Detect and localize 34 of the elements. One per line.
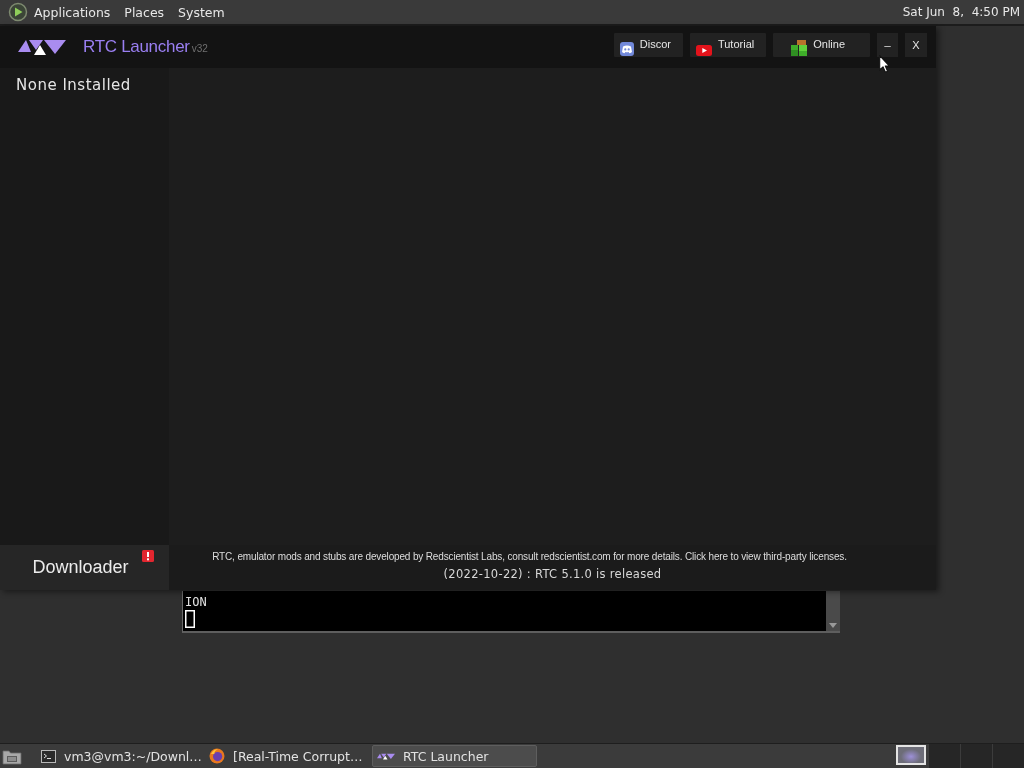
downloader-button[interactable]: Downloader: [0, 545, 169, 590]
close-button[interactable]: X: [905, 33, 927, 57]
panel-menu[interactable]: Places: [124, 4, 165, 20]
taskbar-button[interactable]: RTC Launcher: [372, 745, 537, 767]
block-cursor-icon: [185, 610, 195, 628]
play-circle-icon[interactable]: [8, 2, 28, 22]
discord-button[interactable]: Discor: [613, 33, 683, 57]
version-label: v32: [191, 43, 208, 54]
taskbar-button[interactable]: [Real-Time Corrupt…: [204, 745, 369, 767]
play-button-icon: [695, 45, 712, 56]
tutorial-button[interactable]: Tutorial: [689, 33, 767, 57]
credits-notice[interactable]: RTC, emulator mods and stubs are developed by Redscientist Labs, consult redscientist.com for more details. Click here to view third-party licenses.: [212, 551, 847, 562]
workspace-tile[interactable]: [960, 744, 992, 768]
desktop-folder-icon: [2, 747, 22, 765]
terminal-scrollbar[interactable]: [826, 591, 840, 631]
globe-flame-icon: [209, 748, 225, 764]
terminal-line: ION: [185, 595, 207, 609]
minimize-button[interactable]: _: [877, 33, 898, 57]
workspace-tile[interactable]: [928, 744, 960, 768]
app-title: RTC Launcher: [83, 37, 190, 57]
terminal-icon: [41, 749, 56, 763]
controller-face-icon: [619, 42, 634, 56]
panel-clock[interactable]: Sat Jun 8, 4:50 PM: [902, 5, 1020, 19]
install-status: None Installed: [16, 76, 132, 94]
panel-menu[interactable]: System: [178, 4, 225, 20]
panel-menu[interactable]: Applications: [34, 4, 111, 20]
blocks-icon: [790, 40, 808, 56]
triangles-logo-icon: [377, 752, 395, 760]
news-line: (2022-10-22) : RTC 5.1.0 is released: [443, 567, 662, 581]
triangles-logo-icon: [18, 37, 66, 55]
workspace-tile[interactable]: [992, 744, 1024, 768]
scroll-down-arrow-icon[interactable]: [829, 623, 837, 628]
online-button[interactable]: Online: [773, 33, 870, 57]
taskbar-button[interactable]: vm3@vm3:~/Downl…: [36, 745, 201, 767]
